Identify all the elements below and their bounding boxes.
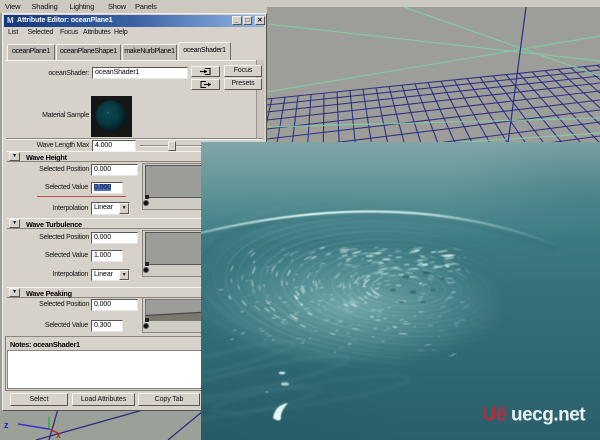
svg-text:Uë: Uë [482, 404, 507, 426]
svg-text:x: x [56, 430, 61, 440]
svg-text:z: z [4, 420, 9, 430]
svg-text:uecg.net: uecg.net [511, 405, 586, 426]
